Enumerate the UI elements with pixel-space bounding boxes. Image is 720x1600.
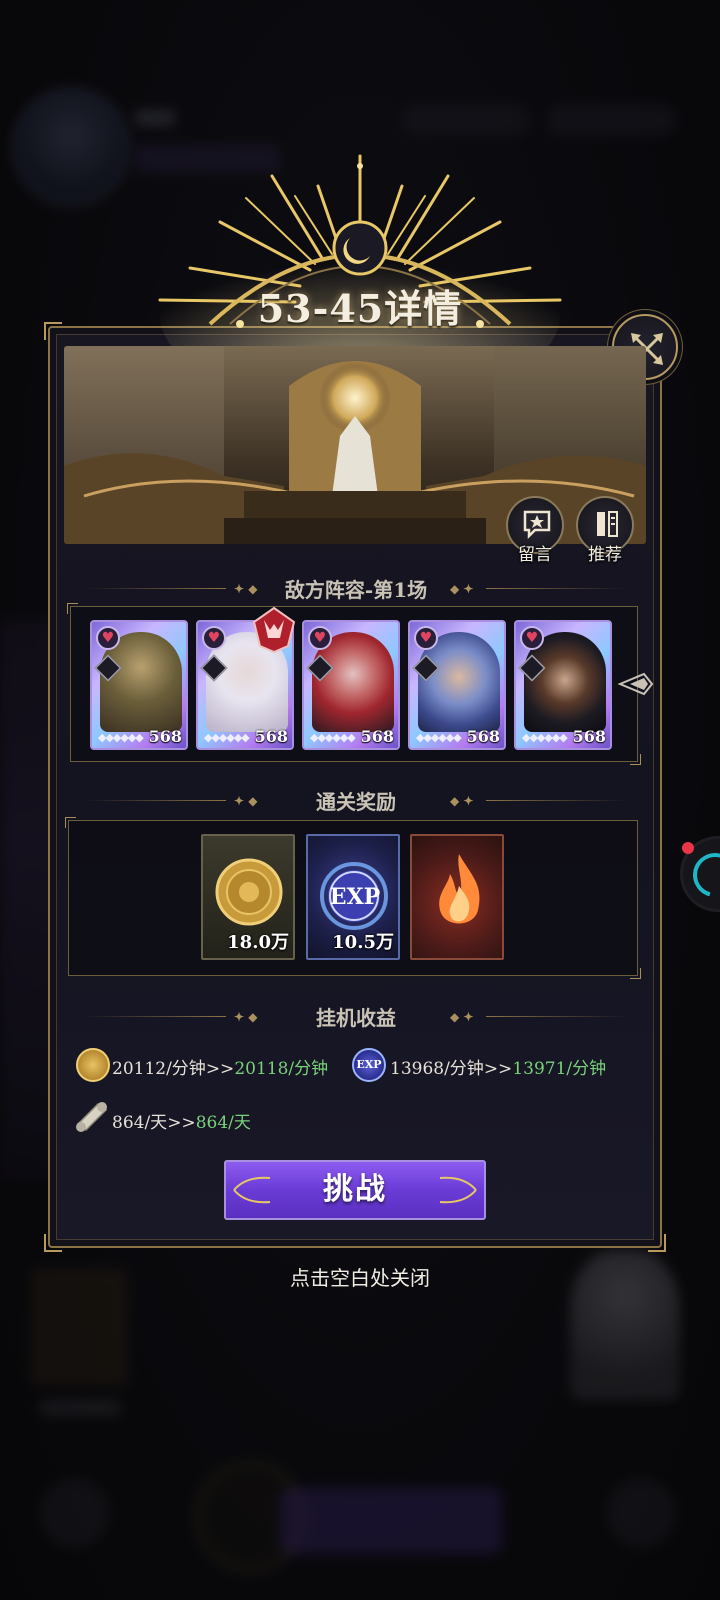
reward-quantity: 10.5万: [332, 932, 394, 953]
chat-star-icon: [523, 510, 551, 540]
challenge-button[interactable]: 挑战: [224, 1160, 486, 1220]
scroll-icon: [76, 1102, 108, 1132]
enemy-lineup-header: ✦ ◆ 敌方阵容-第1场 ◆ ✦: [86, 574, 626, 604]
hero-level: 568: [148, 727, 182, 746]
star-rating: ◆◆◆◆◆◆: [204, 731, 250, 744]
reward-quantity: 18.0万: [227, 932, 289, 953]
heart-icon: ♥: [414, 626, 438, 650]
reward-item-gold[interactable]: 18.0万: [201, 834, 295, 960]
enemy-lineup-title: 敌方阵容-第1场: [284, 578, 428, 602]
hero-level: 568: [360, 727, 394, 746]
heart-icon: ♥: [96, 626, 120, 650]
hero-level: 568: [572, 727, 606, 746]
recommend-banner-icon: [597, 511, 618, 537]
recommend-label: 推荐: [588, 545, 622, 565]
notification-dot: [682, 842, 694, 854]
ornament-left-icon: [233, 1176, 271, 1204]
idle-exp-rate: 13968/分钟>>13971/分钟: [390, 1059, 607, 1079]
message-label: 留言: [518, 545, 552, 565]
exp-icon-label: EXP: [329, 884, 381, 910]
tap-to-close-hint: 点击空白处关闭: [290, 1266, 430, 1290]
star-rating: ◆◆◆◆◆◆: [522, 731, 568, 744]
idle-income-title: 挂机收益: [316, 1006, 396, 1030]
heart-icon: ♥: [520, 626, 544, 650]
gold-coin-icon: [76, 1048, 110, 1082]
enemy-hero-card[interactable]: ♥ ◆◆◆◆◆◆ 568: [302, 620, 400, 750]
exp-orb-icon: EXP: [352, 1048, 386, 1082]
boss-demon-badge-icon: [252, 606, 296, 654]
hero-level: 568: [466, 727, 500, 746]
clear-rewards-header: ✦ ◆ 通关奖励 ◆ ✦: [86, 786, 626, 816]
enemy-hero-card[interactable]: ♥ ◆◆◆◆◆◆ 568: [90, 620, 188, 750]
reward-item-flame[interactable]: [410, 834, 504, 960]
enemy-hero-card[interactable]: ♥ ◆◆◆◆◆◆ 568: [514, 620, 612, 750]
heart-icon: ♥: [202, 626, 226, 650]
star-rating: ◆◆◆◆◆◆: [310, 731, 356, 744]
enemy-hero-card[interactable]: ♥ ◆◆◆◆◆◆ 568: [408, 620, 506, 750]
idle-gold-rate: 20112/分钟>>20118/分钟: [112, 1059, 329, 1079]
clear-rewards-title: 通关奖励: [316, 790, 396, 814]
hero-level: 568: [254, 727, 288, 746]
ornament-right-icon: [439, 1176, 477, 1204]
idle-income-header: ✦ ◆ 挂机收益 ◆ ✦: [86, 1002, 626, 1032]
scroll-right-arrow-icon[interactable]: [616, 664, 656, 704]
idle-scroll-rate: 864/天>>864/天: [112, 1113, 251, 1133]
challenge-label: 挑战: [323, 1172, 387, 1207]
star-rating: ◆◆◆◆◆◆: [98, 731, 144, 744]
heart-icon: ♥: [308, 626, 332, 650]
reward-item-exp[interactable]: EXP 10.5万: [306, 834, 400, 960]
flame-icon: [439, 854, 480, 924]
stage-title: 53-45详情: [257, 286, 463, 331]
star-rating: ◆◆◆◆◆◆: [416, 731, 462, 744]
